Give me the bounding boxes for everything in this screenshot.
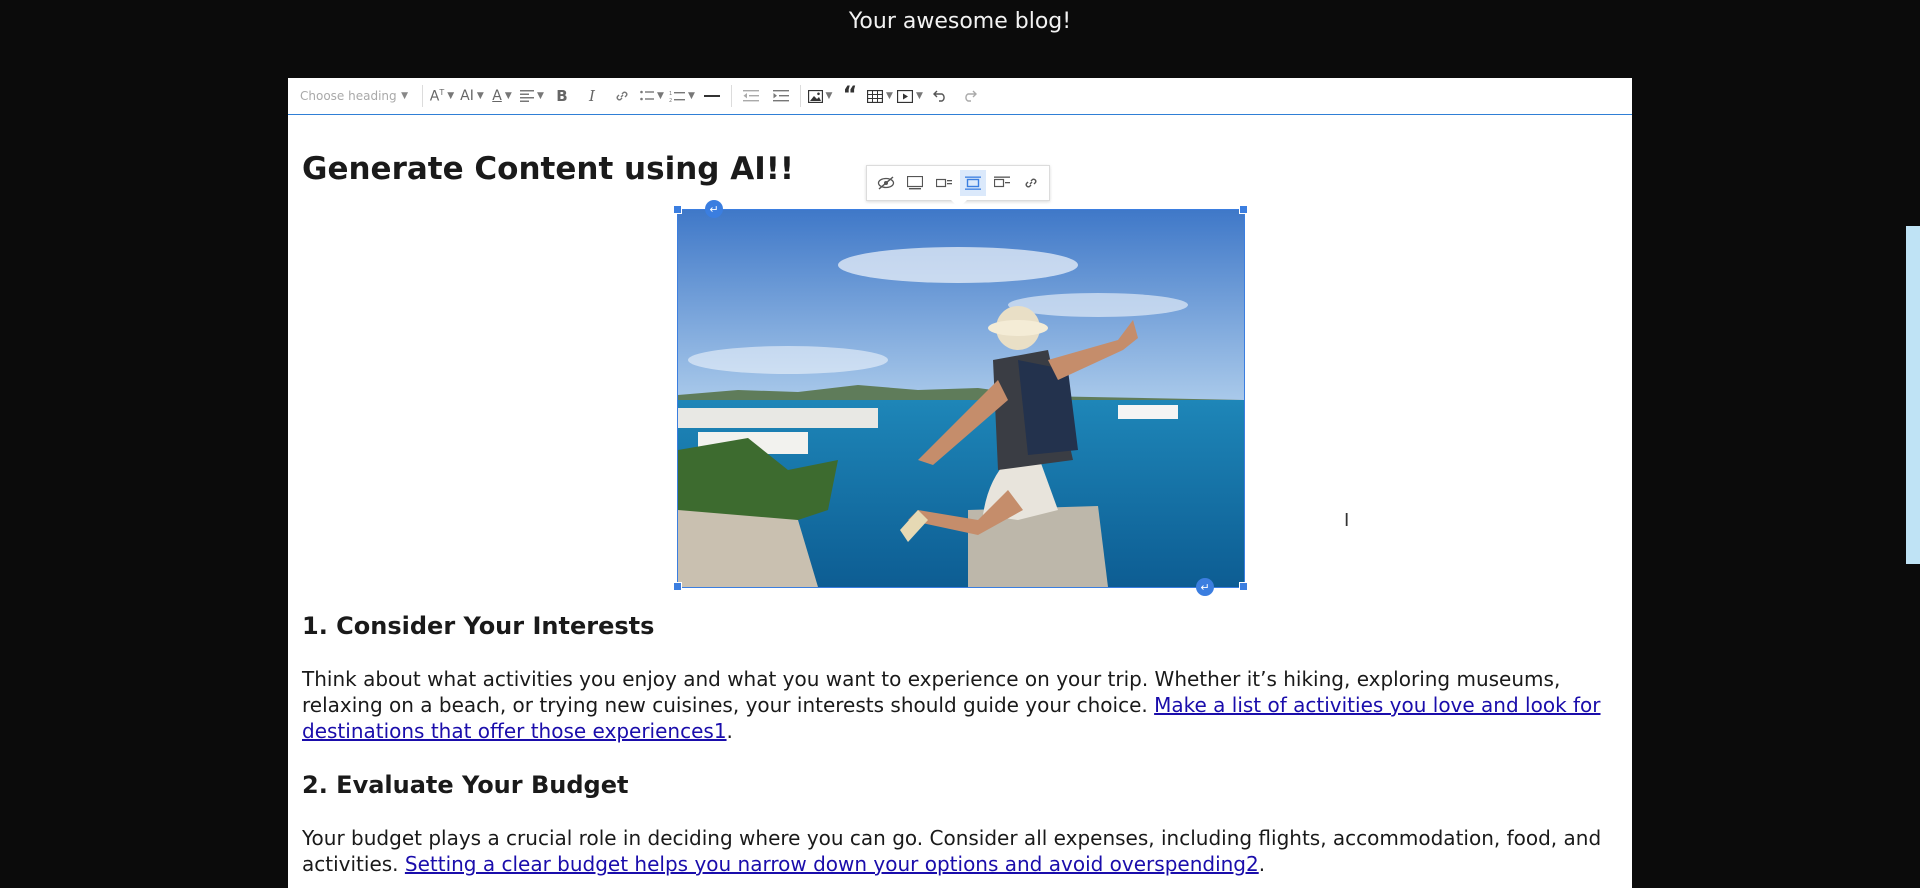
chevron-down-icon: ▼ [886, 91, 893, 101]
bold-button[interactable]: B [547, 82, 577, 110]
chevron-down-icon: ▼ [401, 91, 408, 101]
italic-icon: I [589, 87, 595, 105]
link-icon [616, 91, 628, 101]
link-button[interactable] [607, 82, 637, 110]
bulleted-list-button[interactable]: ▼ [637, 82, 667, 110]
insert-media-button[interactable]: ▼ [895, 82, 925, 110]
travel-photo [678, 210, 1244, 587]
insert-paragraph-before-icon[interactable]: ↵ [705, 200, 723, 218]
svg-text:1: 1 [669, 91, 672, 97]
indent-icon [773, 90, 789, 102]
svg-text:2: 2 [669, 98, 672, 102]
toolbar-separator [800, 85, 801, 107]
italic-button[interactable]: I [577, 82, 607, 110]
font-family-icon: AI [460, 88, 474, 104]
image-center-button[interactable] [959, 170, 986, 196]
editor-toolbar: Choose heading ▼ AT ▼ AI ▼ A ▼ ▼ B I ▼ 12 ▼ [288, 78, 1632, 115]
section-heading: 1. Consider Your Interests [302, 612, 655, 640]
image-link-icon [1025, 178, 1036, 188]
indent-button[interactable] [766, 82, 796, 110]
insert-paragraph-after-icon[interactable]: ↵ [1196, 578, 1214, 596]
numbered-list-button[interactable]: 12 ▼ [667, 82, 697, 110]
chevron-down-icon: ▼ [476, 91, 484, 101]
media-icon [897, 89, 914, 103]
section-heading: 2. Evaluate Your Budget [302, 771, 629, 799]
section-paragraph: Think about what activities you enjoy an… [302, 666, 1608, 744]
image-full-button[interactable] [902, 170, 928, 196]
chevron-down-icon: ▼ [916, 91, 923, 101]
resize-handle-top-right[interactable] [1239, 205, 1248, 214]
alignment-button[interactable]: ▼ [517, 82, 547, 110]
font-family-button[interactable]: AI ▼ [457, 82, 487, 110]
bulleted-list-icon [640, 90, 655, 101]
outdent-button[interactable] [736, 82, 766, 110]
horizontal-line-button[interactable] [697, 82, 727, 110]
chevron-down-icon: ▼ [825, 91, 833, 101]
numbered-list-icon: 12 [669, 91, 686, 102]
heading-dropdown[interactable]: Choose heading ▼ [288, 78, 418, 114]
site-title: Your awesome blog! [848, 9, 1072, 34]
resize-handle-bottom-right[interactable] [1239, 582, 1248, 591]
chevron-down-icon: ▼ [657, 91, 664, 101]
font-color-icon: A [492, 88, 502, 104]
font-size-icon: AT [429, 87, 445, 105]
undo-button[interactable] [925, 82, 955, 110]
block-quote-button[interactable]: “ [835, 82, 865, 110]
paragraph-link[interactable]: Setting a clear budget helps you narrow … [405, 852, 1259, 876]
toolbar-pointer [951, 200, 967, 208]
redo-icon [965, 90, 977, 102]
undo-icon [933, 90, 945, 102]
chevron-down-icon: ▼ [447, 91, 455, 101]
bold-icon: B [556, 87, 568, 105]
image-side-icon [935, 178, 952, 188]
table-icon [867, 89, 884, 103]
quote-icon: “ [842, 83, 858, 108]
selected-image[interactable] [677, 209, 1245, 588]
heading-dropdown-label: Choose heading [300, 89, 397, 103]
resize-handle-top-left[interactable] [673, 205, 682, 214]
insert-image-button[interactable]: ▼ [805, 82, 835, 110]
scrollbar-thumb[interactable] [1906, 226, 1920, 564]
font-color-button[interactable]: A ▼ [487, 82, 517, 110]
image-inline-button[interactable] [989, 170, 1015, 196]
toggle-caption-icon [877, 176, 894, 190]
image-inline-icon [993, 176, 1010, 188]
page-title: Generate Content using AI!! [302, 151, 795, 187]
toggle-caption-button[interactable] [873, 170, 899, 196]
align-left-icon [520, 90, 535, 102]
horizontal-line-icon [704, 95, 720, 97]
font-size-button[interactable]: AT ▼ [427, 82, 457, 110]
redo-button[interactable] [955, 82, 985, 110]
paragraph-end: . [726, 719, 733, 743]
text-cursor-icon: I [1344, 510, 1350, 531]
section-paragraph: Your budget plays a crucial role in deci… [302, 825, 1608, 877]
chevron-down-icon: ▼ [504, 91, 512, 101]
toolbar-separator [422, 85, 423, 107]
toolbar-separator [731, 85, 732, 107]
resize-handle-bottom-left[interactable] [673, 582, 682, 591]
outdent-icon [743, 90, 759, 102]
insert-table-button[interactable]: ▼ [865, 82, 895, 110]
image-icon [807, 89, 823, 103]
image-center-icon [964, 176, 981, 190]
image-full-icon [906, 176, 923, 190]
image-link-button[interactable] [1018, 170, 1044, 196]
chevron-down-icon: ▼ [688, 91, 695, 101]
chevron-down-icon: ▼ [537, 91, 544, 101]
image-toolbar [866, 165, 1050, 208]
image-side-button[interactable] [931, 170, 957, 196]
paragraph-end: . [1258, 852, 1266, 876]
